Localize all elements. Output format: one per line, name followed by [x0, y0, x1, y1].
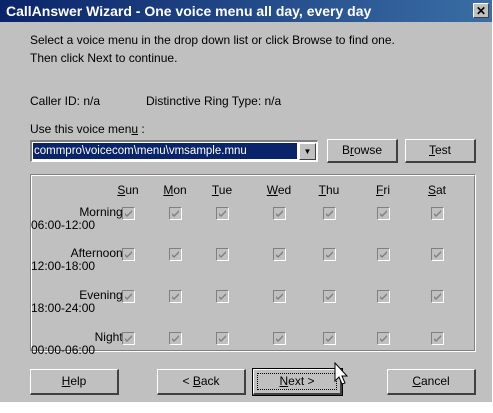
schedule-checkbox[interactable] [122, 290, 135, 303]
schedule-checkbox[interactable] [377, 248, 390, 261]
slot-label: Night: [94, 330, 126, 344]
schedule-checkbox[interactable] [323, 290, 336, 303]
schedule-checkbox[interactable] [169, 290, 182, 303]
day-header: Fri [375, 183, 390, 197]
schedule-checkbox[interactable] [431, 207, 444, 220]
mouse-pointer-icon [334, 362, 349, 385]
instruction-line-1: Select a voice menu in the drop down lis… [30, 33, 395, 47]
schedule-checkbox[interactable] [122, 207, 135, 220]
slot-label: Evening: [79, 288, 126, 302]
schedule-checkbox[interactable] [377, 207, 390, 220]
slot-time: 00:00-06:00 [31, 343, 96, 357]
schedule-checkbox[interactable] [431, 332, 444, 345]
schedule-checkbox[interactable] [169, 248, 182, 261]
window-title: CallAnswer Wizard - One voice menu all d… [6, 3, 372, 19]
schedule-checkbox[interactable] [216, 290, 229, 303]
day-header: Mon [163, 183, 187, 197]
cancel-button[interactable]: Cancel [387, 369, 476, 395]
schedule-checkbox[interactable] [431, 290, 444, 303]
schedule-checkbox[interactable] [122, 248, 135, 261]
day-header: Thu [318, 183, 340, 197]
slot-label: Morning: [79, 205, 126, 219]
day-header: Sun [117, 183, 139, 197]
callanswer-wizard-window: CallAnswer Wizard - One voice menu all d… [0, 0, 492, 402]
title-bar: CallAnswer Wizard - One voice menu all d… [0, 0, 492, 22]
schedule-checkbox[interactable] [216, 207, 229, 220]
schedule-checkbox[interactable] [273, 332, 286, 345]
slot-time: 06:00-12:00 [31, 218, 96, 232]
focus-rectangle [257, 373, 337, 390]
instruction-line-2: Then click Next to continue. [30, 51, 178, 65]
schedule-checkbox[interactable] [377, 332, 390, 345]
close-icon[interactable]: ✕ [473, 3, 489, 18]
schedule-checkbox[interactable] [169, 207, 182, 220]
schedule-checkbox[interactable] [323, 248, 336, 261]
slot-time: 18:00-24:00 [31, 301, 96, 315]
schedule-checkbox[interactable] [273, 248, 286, 261]
voice-menu-label: Use this voice menu : [30, 122, 145, 136]
schedule-checkbox[interactable] [323, 207, 336, 220]
schedule-checkbox[interactable] [431, 248, 444, 261]
caller-id-label: Caller ID: n/a [30, 94, 101, 108]
schedule-checkbox[interactable] [377, 290, 390, 303]
help-button[interactable]: Help [30, 369, 119, 395]
schedule-checkbox[interactable] [216, 248, 229, 261]
schedule-checkbox[interactable] [169, 332, 182, 345]
schedule-checkbox[interactable] [323, 332, 336, 345]
day-header: Tue [211, 183, 233, 197]
schedule-checkbox[interactable] [273, 207, 286, 220]
schedule-checkbox[interactable] [122, 332, 135, 345]
day-header: Wed [266, 183, 292, 197]
voice-menu-dropdown[interactable]: commpro\voicecom\menu\vmsample.mnu ▼ [30, 140, 318, 162]
test-button[interactable]: Test [405, 139, 476, 163]
slot-label: Afternoon: [70, 246, 126, 260]
dropdown-arrow-icon[interactable]: ▼ [299, 143, 316, 160]
schedule-checkbox[interactable] [273, 290, 286, 303]
next-button[interactable]: Next > [252, 368, 343, 396]
distinctive-ring-label: Distinctive Ring Type: n/a [146, 94, 282, 108]
day-header: Sat [427, 183, 447, 197]
schedule-checkbox[interactable] [216, 332, 229, 345]
voice-menu-selected-value[interactable]: commpro\voicecom\menu\vmsample.mnu [33, 143, 297, 159]
browse-button[interactable]: Browse [327, 139, 398, 163]
back-button[interactable]: < Back [157, 369, 246, 395]
slot-time: 12:00-18:00 [31, 259, 96, 273]
